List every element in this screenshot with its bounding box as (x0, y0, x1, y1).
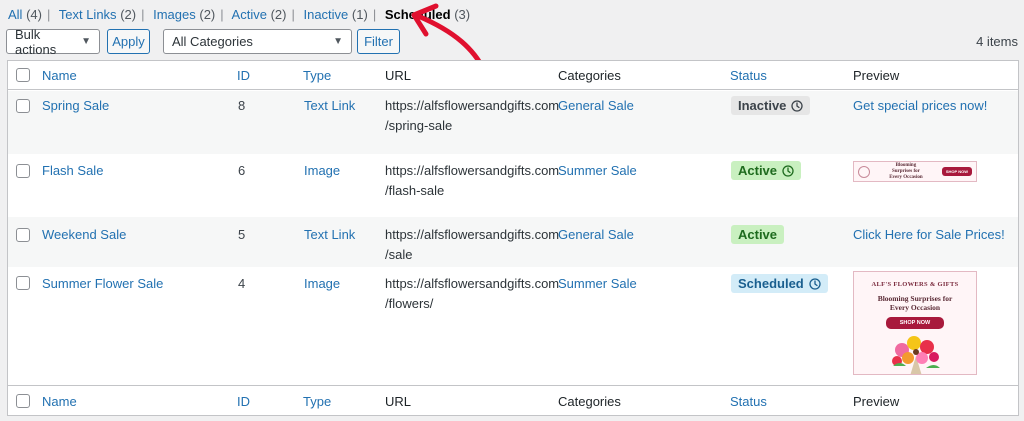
column-url: URL (385, 68, 412, 83)
column-id[interactable]: ID (237, 393, 250, 411)
column-categories: Categories (558, 394, 621, 409)
tablenav-top: Bulk actions ▼ Apply All Categories ▼ Fi… (6, 27, 400, 57)
link-id: 8 (238, 98, 246, 113)
view-inactive[interactable]: Inactive (303, 7, 348, 22)
filter-button[interactable]: Filter (357, 29, 400, 54)
link-type[interactable]: Image (304, 275, 340, 293)
status-badge: Active (731, 225, 785, 244)
shop-now-badge: SHOP NOW (941, 167, 972, 176)
table-header: Name ID Type URL Categories Status Previ… (8, 61, 1018, 90)
flower-bouquet-icon (892, 336, 940, 374)
link-type[interactable]: Image (304, 162, 340, 180)
column-status[interactable]: Status (730, 393, 767, 411)
link-id: 6 (238, 163, 246, 178)
table-row: Spring Sale 8 Text Link https://alfsflow… (8, 91, 1018, 154)
link-category[interactable]: Summer Sale (558, 275, 637, 293)
link-type[interactable]: Text Link (304, 226, 355, 244)
preview-banner-image[interactable]: Blooming Surprises for Every Occasion SHOP… (853, 161, 977, 182)
row-checkbox[interactable] (16, 99, 30, 113)
flower-logo-icon (858, 165, 870, 178)
link-category[interactable]: Summer Sale (558, 162, 637, 180)
link-url: https://alfsflowersandgifts.com/sale (385, 227, 560, 262)
column-id[interactable]: ID (237, 67, 250, 85)
row-checkbox[interactable] (16, 164, 30, 178)
clock-icon (791, 99, 804, 112)
view-text-links[interactable]: Text Links (59, 7, 117, 22)
items-count: 4 items (976, 34, 1018, 49)
view-images[interactable]: Images (153, 7, 196, 22)
link-url: https://alfsflowersandgifts.com/flowers/ (385, 276, 560, 311)
column-name[interactable]: Name (42, 67, 77, 85)
clock-icon (782, 164, 794, 177)
link-category[interactable]: General Sale (558, 226, 634, 244)
column-preview: Preview (853, 68, 900, 83)
clock-icon (809, 277, 821, 290)
link-type[interactable]: Text Link (304, 97, 355, 115)
banner-brand: ALF'S FLOWERS & GIFTS (871, 281, 959, 288)
preview-banner-image[interactable]: ALF'S FLOWERS & GIFTS Blooming Surprises… (853, 271, 977, 375)
link-name[interactable]: Weekend Sale (42, 226, 126, 244)
link-id: 5 (238, 227, 246, 242)
chevron-down-icon: ▼ (333, 36, 343, 47)
bulk-actions-select[interactable]: Bulk actions ▼ (6, 27, 100, 57)
select-all-checkbox[interactable] (16, 68, 30, 82)
row-checkbox[interactable] (16, 276, 30, 290)
preview-text[interactable]: Get special prices now! (853, 97, 987, 115)
row-checkbox[interactable] (16, 228, 30, 242)
view-active[interactable]: Active (232, 7, 267, 22)
apply-button[interactable]: Apply (107, 29, 150, 54)
column-preview: Preview (853, 394, 900, 409)
table-row: Flash Sale 6 Image https://alfsflowersan… (8, 154, 1018, 217)
category-select[interactable]: All Categories ▼ (163, 29, 352, 54)
shop-now-badge: SHOP NOW (885, 317, 945, 329)
view-all[interactable]: All (8, 7, 22, 22)
status-badge: Active (731, 161, 802, 180)
column-type[interactable]: Type (303, 393, 331, 411)
status-badge: Inactive (731, 96, 811, 115)
table-footer: Name ID Type URL Categories Status Previ… (8, 385, 1018, 416)
select-all-checkbox[interactable] (16, 394, 30, 408)
table-row: Weekend Sale 5 Text Link https://alfsflo… (8, 217, 1018, 267)
status-badge: Scheduled (731, 274, 828, 293)
banner-tagline: Blooming Surprises for Every Occasion (877, 294, 953, 312)
chevron-down-icon: ▼ (81, 36, 91, 47)
column-status[interactable]: Status (730, 67, 767, 85)
link-category[interactable]: General Sale (558, 97, 634, 115)
link-name[interactable]: Flash Sale (42, 162, 103, 180)
link-url: https://alfsflowersandgifts.com/spring-s… (385, 98, 560, 133)
links-table: Name ID Type URL Categories Status Previ… (7, 60, 1019, 416)
link-name[interactable]: Spring Sale (42, 97, 109, 115)
link-name[interactable]: Summer Flower Sale (42, 275, 163, 293)
preview-text[interactable]: Click Here for Sale Prices! (853, 226, 1005, 244)
link-url: https://alfsflowersandgifts.com/flash-sa… (385, 163, 560, 198)
column-name[interactable]: Name (42, 393, 77, 411)
column-type[interactable]: Type (303, 67, 331, 85)
column-url: URL (385, 394, 412, 409)
link-id: 4 (238, 276, 246, 291)
column-categories: Categories (558, 68, 621, 83)
